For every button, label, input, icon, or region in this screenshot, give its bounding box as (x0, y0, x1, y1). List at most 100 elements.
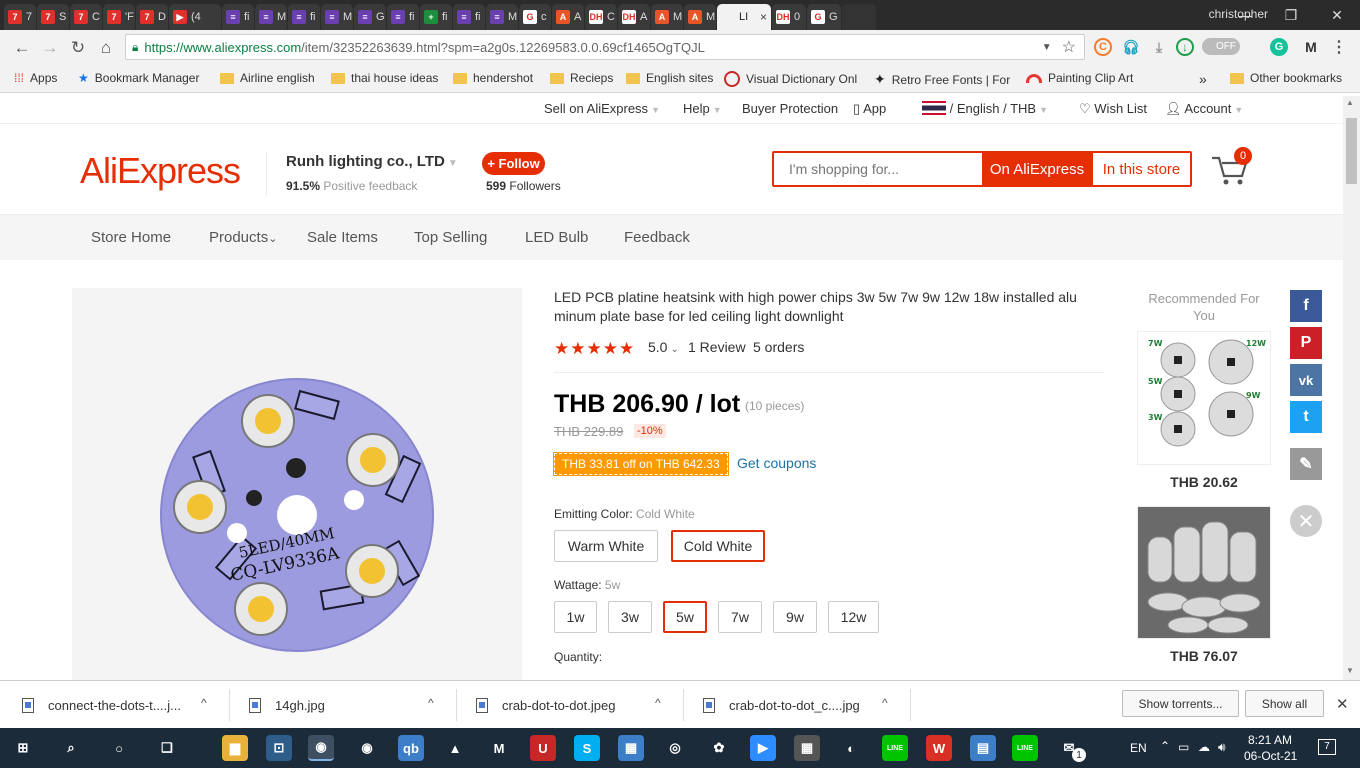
help-link[interactable]: Help ▼ (683, 101, 722, 116)
file-explorer-icon[interactable]: ▆ (222, 735, 248, 761)
start-icon[interactable]: ⊞ (10, 735, 36, 761)
bookmark-retro-fonts[interactable]: ✦ Retro Free Fonts | For (874, 71, 1010, 88)
bookmarks-overflow-icon[interactable]: » (1199, 71, 1207, 87)
browser-tab[interactable]: Gc (519, 4, 551, 30)
notifications-icon[interactable]: 7 (1318, 739, 1336, 755)
browser-tab[interactable]: ≡ fi (387, 4, 419, 30)
edit-icon[interactable]: ✎ (1290, 448, 1322, 480)
browser-tab[interactable]: LI × (717, 4, 771, 30)
skype-icon[interactable]: S (574, 735, 600, 761)
cloud-icon[interactable]: ☁ (1198, 739, 1210, 755)
clock-date[interactable]: 06-Oct-21 (1244, 748, 1297, 764)
scroll-up-icon[interactable]: ▲ (1346, 98, 1354, 107)
nav-top-selling[interactable]: Top Selling (414, 229, 487, 246)
paint-icon[interactable]: ✿ (706, 735, 732, 761)
buyer-protection-link[interactable]: Buyer Protection (742, 101, 838, 116)
facebook-icon[interactable]: f (1290, 290, 1322, 322)
line-icon[interactable]: LINE (882, 735, 908, 761)
show-torrents-button[interactable]: Show torrents... (1122, 690, 1239, 717)
browser-tab[interactable]: DH A (618, 4, 650, 30)
browser-tab[interactable]: 77 (4, 4, 36, 30)
browser-tab[interactable]: DH C (585, 4, 617, 30)
qbittorrent-icon[interactable]: qb (398, 735, 424, 761)
wattage-option-9w[interactable]: 9w (773, 601, 817, 633)
bookmark-thai-house-ideas[interactable]: thai house ideas (331, 71, 438, 85)
app-link[interactable]: ▯ App (853, 101, 886, 117)
extension-c-icon[interactable]: C (1094, 38, 1112, 56)
browser-tab[interactable]: ≡ fi (453, 4, 485, 30)
media-icon[interactable]: ◎ (662, 735, 688, 761)
control-panel-icon[interactable]: ▦ (618, 735, 644, 761)
volume-icon[interactable]: 🔊︎ (1218, 739, 1226, 755)
browser-tab[interactable]: ▶ (4 (169, 4, 221, 30)
network-icon[interactable]: ▭ (1178, 739, 1189, 755)
close-tab-icon[interactable]: × (760, 10, 767, 24)
browser-tab[interactable]: + fi (420, 4, 452, 30)
search-on-aliexpress-button[interactable]: On AliExpress (982, 153, 1092, 185)
headphones-icon[interactable]: 🎧︎ (1122, 38, 1140, 56)
printer-icon[interactable]: ▤ (970, 735, 996, 761)
toggle-switch[interactable]: OFF (1202, 38, 1240, 55)
malwarebytes-icon[interactable]: M (486, 735, 512, 761)
menu-icon[interactable]: ⋮ (1330, 38, 1348, 56)
wattage-option-3w[interactable]: 3w (608, 601, 652, 633)
download-ext-icon[interactable]: ⤓ (1150, 38, 1168, 56)
browser-tab[interactable]: ≡ M (255, 4, 287, 30)
task-view-icon[interactable]: ❏ (154, 735, 180, 761)
search-input[interactable] (774, 153, 982, 185)
minimize-button[interactable]: — (1222, 0, 1268, 30)
browser-tab[interactable]: ≡ fi (288, 4, 320, 30)
download-options-icon[interactable]: ^ (428, 696, 434, 710)
aliexpress-logo[interactable]: AliExpress (80, 150, 241, 192)
browser-tab[interactable]: DH 0 (772, 4, 806, 30)
store-icon[interactable]: ⊡ (266, 735, 292, 761)
zoom-icon[interactable]: ▶ (750, 735, 776, 761)
browser-tab[interactable]: ≡ M (321, 4, 353, 30)
browser-tab[interactable]: ≡ G (354, 4, 386, 30)
wattage-option-5w[interactable]: 5w (663, 601, 707, 633)
browser-tab[interactable]: AM (684, 4, 716, 30)
obs-icon[interactable]: ◐ (838, 735, 864, 761)
bookmark-hendershot[interactable]: hendershot (453, 71, 533, 85)
browser-tab[interactable]: 7D (136, 4, 168, 30)
chrome-active-icon[interactable]: ◉ (308, 735, 334, 761)
store-name[interactable]: Runh lighting co., LTD ▼ (286, 153, 458, 170)
wps-icon[interactable]: W (926, 735, 952, 761)
close-social-icon[interactable]: ✕ (1290, 505, 1322, 537)
browser-tab[interactable]: AM (651, 4, 683, 30)
browser-tab[interactable]: AA (552, 4, 584, 30)
language-indicator[interactable]: EN (1130, 740, 1147, 756)
new-tab-button[interactable] (842, 4, 876, 30)
bookmark-star-icon[interactable]: ☆ (1062, 37, 1076, 57)
browser-tab[interactable]: 7S (37, 4, 69, 30)
close-download-bar-icon[interactable]: ✕ (1336, 695, 1349, 713)
product-image[interactable]: 5LED/40MM CQ-LV9336A (72, 288, 522, 680)
download-item[interactable]: crab-dot-to-dot.jpeg (476, 694, 615, 716)
reviews-link[interactable]: 1 Review (688, 339, 746, 355)
forward-icon[interactable]: → (38, 36, 62, 60)
sell-on-aliexpress-link[interactable]: Sell on AliExpress ▼ (544, 101, 660, 116)
bookmark-painting-clip-art[interactable]: Painting Clip Art (1026, 71, 1133, 85)
download-item[interactable]: connect-the-dots-t....j... (22, 694, 181, 716)
wattage-option-7w[interactable]: 7w (718, 601, 762, 633)
bookmark-manager[interactable]: ★ Bookmark Manager (78, 71, 199, 85)
bookmark-apps[interactable]: ⁞⁞⁞ Apps (14, 71, 57, 85)
browser-tab[interactable]: 7 'F (103, 4, 135, 30)
cortana-icon[interactable]: ○ (106, 735, 132, 761)
vlc-icon[interactable]: ▲ (442, 735, 468, 761)
download-options-icon[interactable]: ^ (201, 696, 207, 710)
language-currency-selector[interactable]: / English / THB ▼ (922, 101, 1048, 116)
vk-icon[interactable]: vk (1290, 364, 1322, 396)
bookmark-other[interactable]: Other bookmarks (1230, 71, 1342, 85)
nav-sale-items[interactable]: Sale Items (307, 229, 378, 246)
color-option-warm-white[interactable]: Warm White (554, 530, 658, 562)
browser-tab[interactable]: ≡ M (486, 4, 518, 30)
uninstaller-icon[interactable]: U (530, 735, 556, 761)
line2-icon[interactable]: LINE (1012, 735, 1038, 761)
download-options-icon[interactable]: ^ (655, 696, 661, 710)
wattage-option-1w[interactable]: 1w (554, 601, 597, 633)
coupon-badge[interactable]: THB 33.81 off on THB 642.33 (553, 452, 729, 476)
search-icon[interactable]: ⌕ (58, 735, 84, 761)
pinterest-icon[interactable]: P (1290, 327, 1322, 359)
close-window-button[interactable]: ✕ (1314, 0, 1360, 30)
